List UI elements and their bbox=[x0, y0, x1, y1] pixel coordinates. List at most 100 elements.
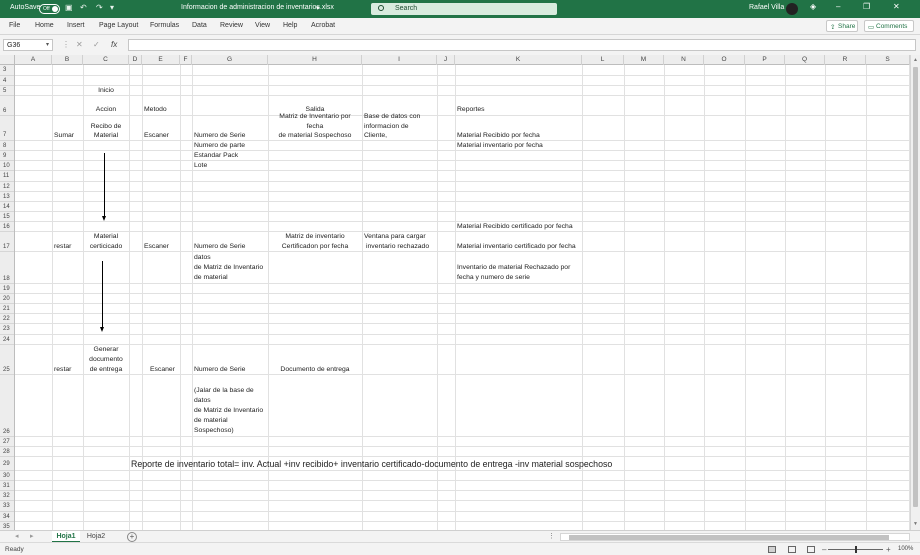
row-header-21[interactable]: 21 bbox=[0, 304, 14, 314]
row-header-22[interactable]: 22 bbox=[0, 314, 14, 324]
zoom-out-icon[interactable]: – bbox=[822, 545, 826, 554]
cell-k18-line2[interactable]: fecha y numero de serie bbox=[457, 273, 530, 283]
cell-g26-line1[interactable]: (Jalar de la base de bbox=[194, 386, 254, 396]
cell-h17-line2[interactable]: Certificadon por fecha bbox=[268, 242, 362, 252]
cell-k17[interactable]: Material inventario certificado por fech… bbox=[457, 242, 576, 252]
row-header-23[interactable]: 23 bbox=[0, 324, 14, 335]
cell-c7-line2[interactable]: Material bbox=[83, 131, 129, 141]
page-break-view-icon[interactable] bbox=[807, 546, 815, 553]
cell-e25[interactable]: Escaner bbox=[150, 365, 175, 375]
col-header-r[interactable]: R bbox=[825, 55, 866, 65]
name-box[interactable]: G36 ▾ bbox=[3, 39, 53, 51]
vertical-scrollbar[interactable]: ▲ ▼ bbox=[910, 55, 920, 530]
close-icon[interactable]: ✕ bbox=[893, 2, 900, 11]
cell-c6[interactable]: Accion bbox=[83, 105, 129, 115]
col-header-m[interactable]: M bbox=[624, 55, 664, 65]
zoom-slider-thumb[interactable] bbox=[855, 546, 857, 553]
cell-e6[interactable]: Metodo bbox=[144, 105, 167, 115]
row-header-30[interactable]: 30 bbox=[0, 471, 14, 481]
next-sheet-icon[interactable]: ▸ bbox=[30, 532, 34, 540]
col-header-o[interactable]: O bbox=[704, 55, 745, 65]
customize-toolbar-icon[interactable]: ▾ bbox=[110, 3, 114, 12]
row-header-32[interactable]: 32 bbox=[0, 491, 14, 501]
tab-help[interactable]: Help bbox=[283, 22, 297, 29]
more-options-icon[interactable]: ⋮ bbox=[62, 40, 70, 49]
tab-view[interactable]: View bbox=[255, 22, 270, 29]
cell-g18-line3[interactable]: de material bbox=[194, 273, 228, 283]
minimize-icon[interactable]: – bbox=[836, 2, 840, 11]
row-header-17[interactable]: 17 bbox=[0, 232, 14, 252]
cell-g26-line4[interactable]: de material bbox=[194, 416, 228, 426]
cell-i17-line1[interactable]: Ventana para cargar bbox=[364, 232, 426, 242]
formula-input[interactable] bbox=[128, 39, 916, 51]
save-icon[interactable]: ▣ bbox=[65, 3, 73, 12]
cell-g17[interactable]: Numero de Serie bbox=[194, 242, 245, 252]
col-header-g[interactable]: G bbox=[192, 55, 268, 65]
row-header-29[interactable]: 29 bbox=[0, 457, 14, 471]
scroll-up-icon[interactable]: ▲ bbox=[913, 57, 918, 63]
scroll-down-icon[interactable]: ▼ bbox=[913, 521, 918, 527]
col-header-n[interactable]: N bbox=[664, 55, 704, 65]
cell-i7-line1[interactable]: Base de datos con bbox=[364, 112, 420, 122]
cell-k7[interactable]: Material Recibido por fecha bbox=[457, 131, 540, 141]
row-header-28[interactable]: 28 bbox=[0, 447, 14, 457]
cell-c25-line1[interactable]: Generar bbox=[83, 345, 129, 355]
cell-b17[interactable]: restar bbox=[54, 242, 71, 252]
cell-g18-line1[interactable]: datos bbox=[194, 253, 211, 263]
col-header-k[interactable]: K bbox=[455, 55, 582, 65]
cell-g10[interactable]: Lote bbox=[194, 161, 207, 171]
cell-g7[interactable]: Numero de Serie bbox=[194, 131, 245, 141]
search-box[interactable]: Search bbox=[371, 3, 557, 15]
col-header-f[interactable]: F bbox=[180, 55, 192, 65]
zoom-in-icon[interactable]: + bbox=[886, 545, 891, 554]
cell-c17-line2[interactable]: certicicado bbox=[83, 242, 129, 252]
horizontal-scroll-thumb[interactable] bbox=[569, 535, 889, 540]
row-header-11[interactable]: 11 bbox=[0, 171, 14, 182]
cell-h25[interactable]: Documento de entrega bbox=[268, 365, 362, 375]
row-header-8[interactable]: 8 bbox=[0, 141, 14, 151]
col-header-p[interactable]: P bbox=[745, 55, 785, 65]
row-header-20[interactable]: 20 bbox=[0, 294, 14, 304]
tab-insert[interactable]: Insert bbox=[67, 22, 85, 29]
col-header-j[interactable]: J bbox=[437, 55, 455, 65]
row-header-12[interactable]: 12 bbox=[0, 182, 14, 192]
cell-i7-line3[interactable]: Cliente, bbox=[364, 131, 387, 141]
prev-sheet-icon[interactable]: ◂ bbox=[15, 532, 19, 540]
avatar[interactable] bbox=[786, 3, 798, 15]
zoom-level[interactable]: 100% bbox=[898, 546, 913, 552]
vertical-scroll-thumb[interactable] bbox=[913, 67, 918, 507]
cell-c25-line2[interactable]: documento bbox=[83, 355, 129, 365]
tab-data[interactable]: Data bbox=[192, 22, 207, 29]
function-icon[interactable]: fx bbox=[111, 40, 117, 49]
cell-c5[interactable]: Inicio bbox=[83, 86, 129, 96]
cell-c17-line1[interactable]: Material bbox=[83, 232, 129, 242]
cell-g25[interactable]: Numero de Serie bbox=[194, 365, 245, 375]
cell-g26-line2[interactable]: datos bbox=[194, 396, 211, 406]
cell-g18-line2[interactable]: de Matriz de Inventario bbox=[194, 263, 263, 273]
redo-icon[interactable]: ↷ bbox=[96, 3, 103, 12]
add-sheet-icon[interactable]: + bbox=[127, 532, 137, 542]
col-header-a[interactable]: A bbox=[15, 55, 52, 65]
cell-h17-line1[interactable]: Matriz de inventario bbox=[268, 232, 362, 242]
share-button[interactable]: ⇪ Share bbox=[826, 20, 858, 32]
cell-g26-line5[interactable]: Sospechoso) bbox=[194, 426, 234, 436]
cell-h7-line1[interactable]: Matriz de Inventario por bbox=[268, 112, 362, 122]
row-header-9[interactable]: 9 bbox=[0, 151, 14, 161]
col-header-i[interactable]: I bbox=[362, 55, 437, 65]
horizontal-scrollbar[interactable] bbox=[560, 533, 910, 541]
row-header-35[interactable]: 35 bbox=[0, 522, 14, 530]
row-header-3[interactable]: 3 bbox=[0, 65, 14, 76]
restore-icon[interactable]: ❐ bbox=[863, 2, 870, 11]
row-header-25[interactable]: 25 bbox=[0, 345, 14, 375]
cell-k8[interactable]: Material inventario por fecha bbox=[457, 141, 543, 151]
row-header-24[interactable]: 24 bbox=[0, 335, 14, 345]
enter-icon[interactable]: ✓ bbox=[93, 40, 100, 49]
tab-review[interactable]: Review bbox=[220, 22, 243, 29]
cell-k18-line1[interactable]: Inventario de material Rechazado por bbox=[457, 263, 570, 273]
col-header-d[interactable]: D bbox=[129, 55, 142, 65]
select-all-corner[interactable] bbox=[0, 55, 15, 65]
row-header-18[interactable]: 18 bbox=[0, 252, 14, 284]
tab-acrobat[interactable]: Acrobat bbox=[311, 22, 335, 29]
tab-file[interactable]: File bbox=[9, 22, 20, 29]
row-header-7[interactable]: 7 bbox=[0, 116, 14, 141]
